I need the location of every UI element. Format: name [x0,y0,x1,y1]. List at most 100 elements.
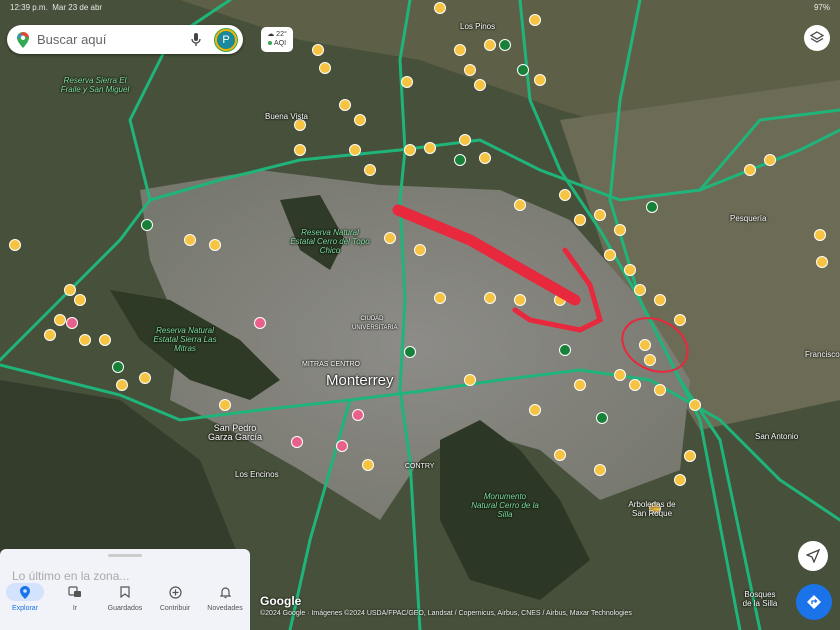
place-marker[interactable] [534,74,546,86]
place-marker[interactable] [744,164,756,176]
place-marker[interactable] [434,2,446,14]
nav-explorar[interactable]: Explorar [0,583,50,612]
place-marker[interactable] [349,144,361,156]
park-marker[interactable] [454,154,466,166]
place-marker[interactable] [354,114,366,126]
search-input[interactable]: Buscar aquí [37,32,191,47]
search-bar[interactable]: Buscar aquí P [7,25,243,54]
place-marker[interactable] [764,154,776,166]
place-marker[interactable] [559,189,571,201]
place-marker[interactable] [219,399,231,411]
place-marker[interactable] [574,379,586,391]
place-marker[interactable] [364,164,376,176]
place-marker[interactable] [339,99,351,111]
place-marker[interactable] [74,294,86,306]
place-marker[interactable] [294,144,306,156]
bottom-sheet[interactable]: Lo último en la zona... Explorar Ir Guar… [0,549,250,630]
satellite-map[interactable] [0,0,840,630]
place-marker[interactable] [319,62,331,74]
place-marker[interactable] [464,64,476,76]
place-marker[interactable] [434,292,446,304]
place-marker[interactable] [639,339,651,351]
place-marker[interactable] [629,379,641,391]
place-marker[interactable] [209,239,221,251]
place-marker[interactable] [684,450,696,462]
my-location-button[interactable] [798,541,828,571]
place-marker[interactable] [594,209,606,221]
park-marker[interactable] [559,344,571,356]
microphone-icon[interactable] [191,32,201,47]
nav-guardados[interactable]: Guardados [100,583,150,612]
place-marker[interactable] [574,214,586,226]
place-marker[interactable] [674,474,686,486]
place-marker[interactable] [424,142,436,154]
place-marker[interactable] [604,249,616,261]
nav-novedades[interactable]: Novedades [200,583,250,612]
time: 12:39 p.m. [10,3,48,12]
place-marker[interactable] [312,44,324,56]
place-marker[interactable] [404,144,416,156]
park-marker[interactable] [141,219,153,231]
place-marker[interactable] [139,372,151,384]
place-marker[interactable] [816,256,828,268]
place-marker[interactable] [79,334,91,346]
park-marker[interactable] [646,201,658,213]
heart-marker[interactable] [291,436,303,448]
place-marker[interactable] [184,234,196,246]
place-marker[interactable] [54,314,66,326]
place-marker[interactable] [484,39,496,51]
place-marker[interactable] [654,294,666,306]
heart-marker[interactable] [254,317,266,329]
place-marker[interactable] [814,229,826,241]
nav-contribuir[interactable]: Contribuir [150,583,200,612]
heart-marker[interactable] [336,440,348,452]
place-marker[interactable] [624,264,636,276]
place-marker[interactable] [414,244,426,256]
place-marker[interactable] [294,119,306,131]
place-marker[interactable] [9,239,21,251]
place-marker[interactable] [514,199,526,211]
place-marker[interactable] [529,404,541,416]
place-marker[interactable] [116,379,128,391]
drag-handle[interactable] [108,554,142,557]
place-marker[interactable] [44,329,56,341]
park-marker[interactable] [499,39,511,51]
place-marker[interactable] [64,284,76,296]
heart-marker[interactable] [352,409,364,421]
place-marker[interactable] [474,79,486,91]
place-marker[interactable] [654,384,666,396]
place-marker[interactable] [634,284,646,296]
place-marker[interactable] [614,224,626,236]
google-maps-logo-icon [17,31,29,48]
place-marker[interactable] [401,76,413,88]
place-marker[interactable] [594,464,606,476]
avatar[interactable]: P [215,28,237,51]
place-marker[interactable] [554,449,566,461]
park-marker[interactable] [112,361,124,373]
place-marker[interactable] [644,354,656,366]
heart-marker[interactable] [66,317,78,329]
place-marker[interactable] [99,334,111,346]
latest-in-area[interactable]: Lo último en la zona... [12,569,129,583]
place-marker[interactable] [529,14,541,26]
place-marker[interactable] [674,314,686,326]
park-marker[interactable] [517,64,529,76]
place-marker[interactable] [454,44,466,56]
weather-chip[interactable]: ☁ 22° AQI [261,27,293,52]
place-marker[interactable] [479,152,491,164]
place-marker[interactable] [689,399,701,411]
nav-ir[interactable]: Ir [50,583,100,612]
bookmark-icon [120,586,130,598]
map-label: Monumento Natural Cerro de la Silla [471,492,539,519]
layers-button[interactable] [804,25,830,51]
park-marker[interactable] [404,346,416,358]
place-marker[interactable] [362,459,374,471]
place-marker[interactable] [384,232,396,244]
place-marker[interactable] [614,369,626,381]
place-marker[interactable] [484,292,496,304]
directions-button[interactable] [796,584,832,620]
place-marker[interactable] [464,374,476,386]
place-marker[interactable] [459,134,471,146]
park-marker[interactable] [596,412,608,424]
place-marker[interactable] [514,294,526,306]
